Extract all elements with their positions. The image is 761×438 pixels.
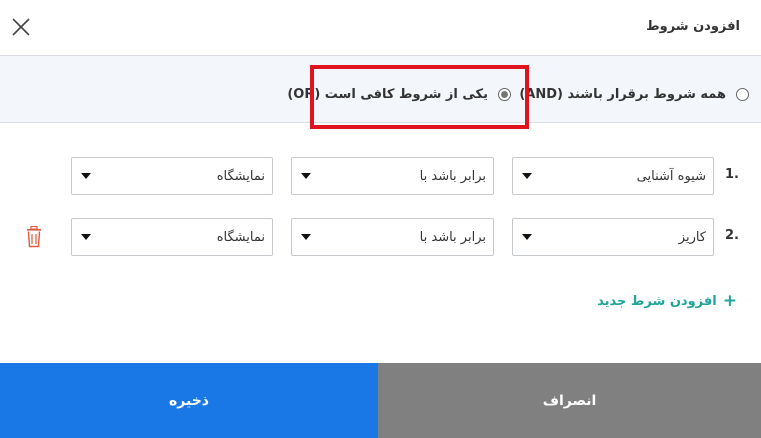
field-select[interactable]: کاریز xyxy=(512,218,714,256)
trash-icon[interactable] xyxy=(25,226,43,248)
close-icon[interactable] xyxy=(10,16,32,38)
caret-down-icon xyxy=(301,173,311,179)
caret-down-icon xyxy=(522,173,532,179)
condition-number: 1. xyxy=(725,167,739,182)
field-select-value: کاریز xyxy=(678,230,706,245)
operator-select[interactable]: برابر باشد با xyxy=(291,218,494,256)
field-select[interactable]: شیوه آشنایی xyxy=(512,157,714,195)
save-button[interactable]: ذخیره xyxy=(0,363,378,438)
highlight-box xyxy=(310,65,529,129)
condition-number: 2. xyxy=(725,228,739,243)
dialog-title: افزودن شروط xyxy=(646,19,740,34)
value-select[interactable]: نمایشگاه xyxy=(71,157,273,195)
caret-down-icon xyxy=(81,173,91,179)
dialog-header: افزودن شروط xyxy=(0,0,761,56)
radio-option-and[interactable]: همه شروط برقرار باشند (AND) xyxy=(519,87,749,102)
operator-select-value: برابر باشد با xyxy=(419,169,486,184)
radio-and-label: همه شروط برقرار باشند (AND) xyxy=(519,87,726,102)
cancel-button[interactable]: انصراف xyxy=(378,363,761,438)
field-select-value: شیوه آشنایی xyxy=(636,169,706,184)
value-select-value: نمایشگاه xyxy=(216,230,265,245)
value-select[interactable]: نمایشگاه xyxy=(71,218,273,256)
radio-and-icon[interactable] xyxy=(736,88,749,101)
operator-select-value: برابر باشد با xyxy=(419,230,486,245)
add-condition-label: افزودن شرط جدید xyxy=(597,294,717,309)
add-condition-button[interactable]: + افزودن شرط جدید xyxy=(597,293,737,310)
value-select-value: نمایشگاه xyxy=(216,169,265,184)
caret-down-icon xyxy=(522,234,532,240)
plus-icon: + xyxy=(722,291,737,311)
condition-row-2: 2. کاریز برابر باشد با نمایشگاه xyxy=(0,218,761,256)
operator-select[interactable]: برابر باشد با xyxy=(291,157,494,195)
caret-down-icon xyxy=(81,234,91,240)
match-mode-bar: همه شروط برقرار باشند (AND) یکی از شروط … xyxy=(0,56,761,129)
condition-row-1: 1. شیوه آشنایی برابر باشد با نمایشگاه xyxy=(0,157,761,195)
caret-down-icon xyxy=(301,234,311,240)
